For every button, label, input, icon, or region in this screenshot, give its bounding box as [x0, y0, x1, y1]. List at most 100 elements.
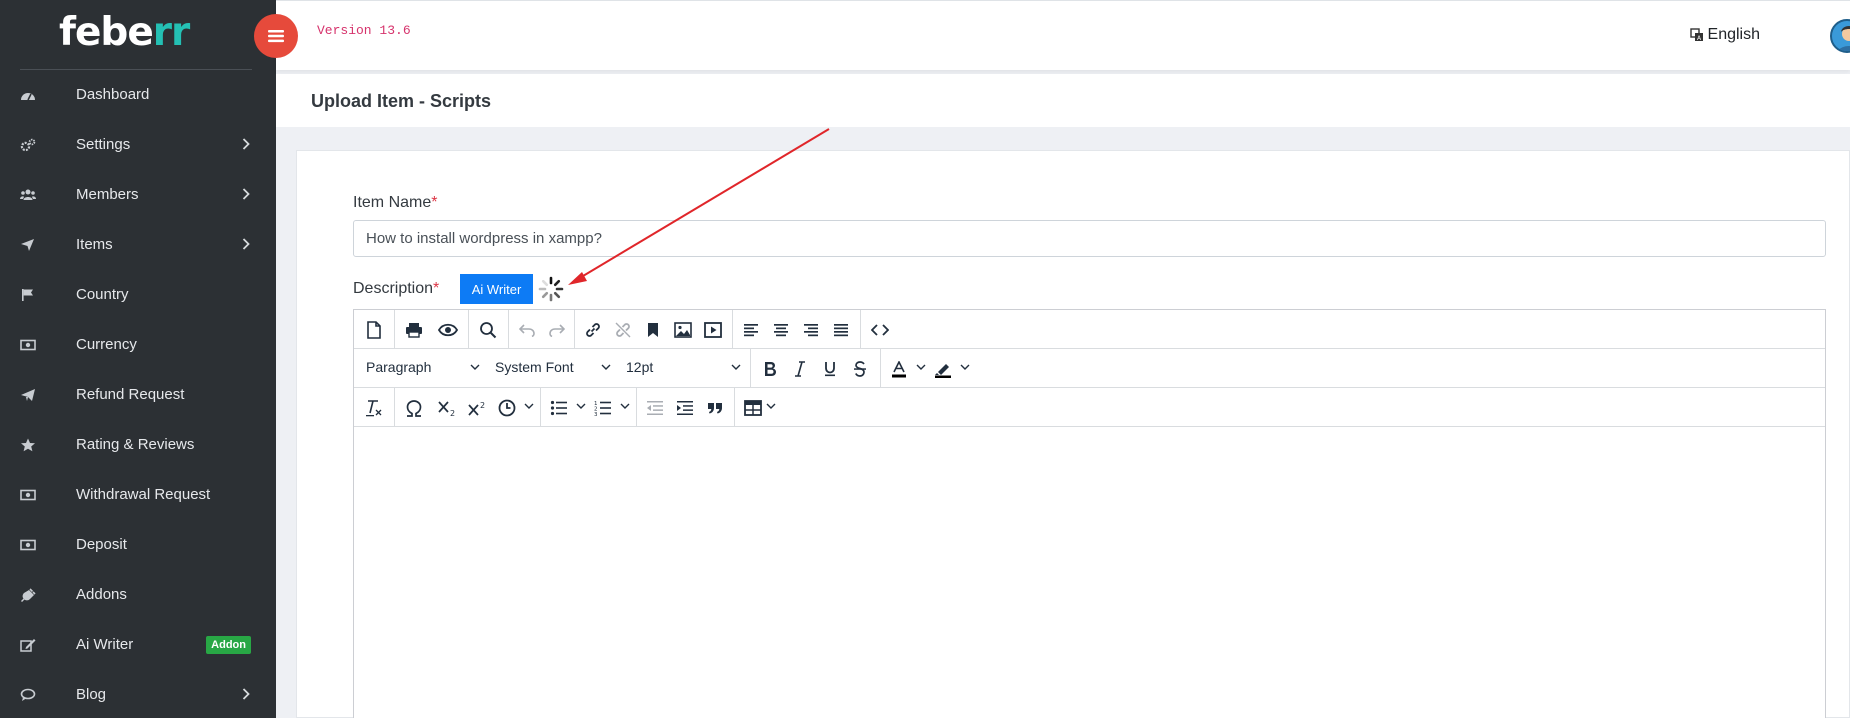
page-header: Upload Item - Scripts [276, 74, 1850, 127]
bold-button[interactable] [756, 355, 784, 383]
ai-writer-button[interactable]: Ai Writer [460, 274, 533, 304]
highlight-color-button[interactable] [930, 355, 956, 383]
superscript-button[interactable]: 2 [464, 394, 492, 422]
chevron-down-icon[interactable] [960, 364, 970, 370]
strikethrough-button[interactable] [846, 355, 874, 383]
sidebar-item-label: Items [76, 236, 113, 253]
bullet-list-button[interactable] [546, 394, 572, 422]
chevron-right-icon [242, 187, 250, 204]
loading-spinner-icon [538, 276, 564, 302]
user-avatar[interactable] [1830, 19, 1850, 53]
addon-badge: Addon [206, 636, 251, 654]
language-selector[interactable]: A English [1689, 26, 1760, 44]
chevron-down-icon[interactable] [620, 403, 630, 409]
align-left-button[interactable] [738, 316, 764, 344]
toolbar-divider [574, 310, 575, 349]
sidebar-item-dashboard[interactable]: Dashboard [0, 70, 276, 120]
brand-logo[interactable]: feberr [0, 0, 276, 70]
sidebar-item-withdrawal-request[interactable]: Withdrawal Request [0, 470, 276, 520]
italic-button[interactable] [786, 355, 814, 383]
sidebar-item-label: Deposit [76, 536, 127, 553]
block-format-select[interactable]: Paragraph [366, 359, 431, 375]
send-icon [20, 238, 36, 252]
toolbar-divider [508, 310, 509, 349]
required-mark: * [433, 280, 440, 297]
sidebar-item-label: Ai Writer [76, 636, 134, 653]
toolbar-row: Paragraph System Font 12pt [354, 349, 1825, 388]
align-left-icon [744, 324, 758, 337]
unlink-button[interactable] [610, 316, 636, 344]
sidebar-item-rating-reviews[interactable]: Rating & Reviews [0, 420, 276, 470]
bookmark-icon [648, 323, 658, 337]
sidebar-item-addons[interactable]: Addons [0, 570, 276, 620]
sidebar-item-members[interactable]: Members [0, 170, 276, 220]
sidebar-item-settings[interactable]: Settings [0, 120, 276, 170]
undo-icon [519, 324, 535, 337]
search-button[interactable] [474, 316, 502, 344]
align-center-button[interactable] [768, 316, 794, 344]
sidebar-item-country[interactable]: Country [0, 270, 276, 320]
toolbar-divider [750, 349, 751, 388]
font-size-select[interactable]: 12pt [626, 359, 653, 375]
text-color-button[interactable] [886, 355, 912, 383]
rich-text-editor: Paragraph System Font 12pt 2 2 1 2 3 [353, 309, 1826, 718]
preview-button[interactable] [434, 316, 462, 344]
clear-formatting-icon [366, 400, 382, 417]
source-code-button[interactable] [866, 316, 894, 344]
sidebar-item-label: Refund Request [76, 386, 185, 403]
strikethrough-icon [854, 361, 866, 377]
align-justify-button[interactable] [828, 316, 854, 344]
bullet-list-icon [550, 400, 567, 416]
chevron-down-icon [601, 364, 611, 370]
indent-button[interactable] [672, 394, 698, 422]
sidebar-item-currency[interactable]: Currency [0, 320, 276, 370]
image-icon [674, 322, 692, 338]
outdent-button[interactable] [642, 394, 668, 422]
text-color-icon [892, 360, 906, 377]
insert-media-button[interactable] [700, 316, 726, 344]
insert-link-button[interactable] [580, 316, 606, 344]
chevron-down-icon[interactable] [766, 403, 776, 409]
align-right-button[interactable] [798, 316, 824, 344]
toolbar-divider [394, 388, 395, 427]
font-family-select[interactable]: System Font [495, 359, 574, 375]
insert-datetime-button[interactable] [494, 394, 520, 422]
underline-button[interactable] [816, 355, 844, 383]
chevron-down-icon[interactable] [524, 403, 534, 409]
toolbar-row: 2 2 123 [354, 388, 1825, 427]
svg-text:2: 2 [480, 401, 485, 410]
sidebar: feberr Dashboard Settings Members Items Coun… [0, 0, 276, 718]
sidebar-item-label: Blog [76, 686, 107, 703]
sidebar-item-items[interactable]: Items [0, 220, 276, 270]
editor-content-area[interactable] [354, 427, 1825, 718]
item-name-input[interactable] [353, 220, 1826, 257]
subscript-icon: 2 [438, 400, 455, 417]
numbered-list-button[interactable]: 123 [590, 394, 616, 422]
clear-formatting-button[interactable] [360, 394, 388, 422]
sidebar-item-label: Dashboard [76, 86, 150, 103]
redo-button[interactable] [544, 316, 570, 344]
sidebar-item-blog[interactable]: Blog [0, 670, 276, 718]
link-icon [586, 323, 600, 337]
chevron-down-icon[interactable] [576, 403, 586, 409]
quote-icon [708, 403, 722, 414]
chevron-down-icon[interactable] [916, 364, 926, 370]
align-right-icon [804, 324, 818, 337]
insert-table-button[interactable] [740, 394, 766, 422]
cogs-icon [20, 138, 36, 152]
subscript-button[interactable]: 2 [434, 394, 462, 422]
print-button[interactable] [400, 316, 428, 344]
undo-button[interactable] [514, 316, 540, 344]
omega-icon [406, 399, 422, 417]
blockquote-button[interactable] [702, 394, 728, 422]
insert-image-button[interactable] [670, 316, 696, 344]
special-character-button[interactable] [400, 394, 428, 422]
sidebar-item-refund-request[interactable]: Refund Request [0, 370, 276, 420]
comments-icon [20, 688, 36, 702]
bookmark-button[interactable] [640, 316, 666, 344]
sidebar-item-ai-writer[interactable]: Ai Writer Addon [0, 620, 276, 670]
sidebar-item-deposit[interactable]: Deposit [0, 520, 276, 570]
menu-toggle-button[interactable] [254, 14, 298, 58]
sidebar-item-label: Members [76, 186, 139, 203]
new-document-button[interactable] [360, 316, 388, 344]
